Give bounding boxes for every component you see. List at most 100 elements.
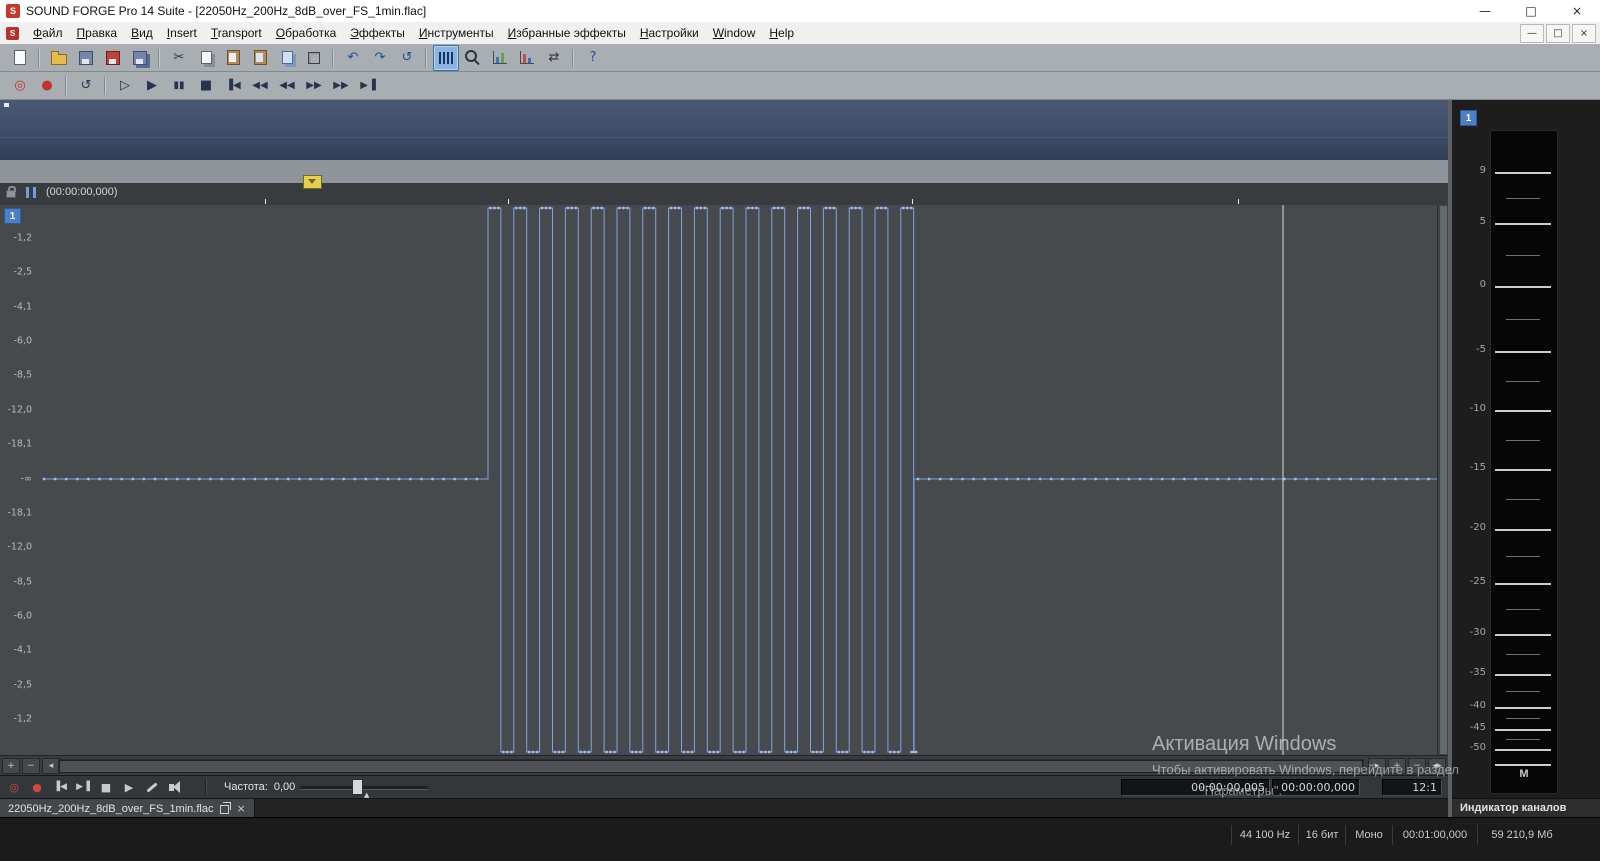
menu-process[interactable]: Обработка [269,22,344,44]
meter-channel-badge: 1 [1460,110,1477,126]
scroll-right-button[interactable]: ▸ [1368,758,1386,774]
document-tab[interactable]: 22050Hz_200Hz_8dB_over_FS_1min.flac × [0,799,255,818]
frequency-slider-track[interactable] [300,786,428,790]
paste-button[interactable] [220,45,246,71]
waveform-area[interactable]: 1 -1,2 -2,5 -4,1 -6,0 -8,5 -12,0 -18,1 -∞ -18,1-… [0,205,1448,755]
menu-window[interactable]: Window [706,22,763,44]
help-button[interactable]: ? [580,45,606,71]
ruler-tick [1238,199,1239,204]
mdi-minimize-button[interactable]: — [1520,24,1544,43]
menu-edit[interactable]: Правка [70,22,125,44]
frequency-slider[interactable]: ▲ [300,776,428,799]
menu-options[interactable]: Настройки [633,22,706,44]
separator [332,48,334,67]
meter-scale-label: -15 [1469,462,1486,473]
minimize-button[interactable]: — [1462,0,1508,22]
stop-button[interactable]: ■ [193,73,219,99]
zoom-out-time-button[interactable]: − [22,758,40,774]
horizontal-scrollbar-thumb[interactable] [59,760,1363,773]
save-button[interactable] [73,45,99,71]
menu-file[interactable]: Файл [26,22,70,44]
new-file-button[interactable] [7,45,33,71]
meter-panel-caption[interactable]: Индикатор каналов [1452,798,1600,817]
menu-help[interactable]: Help [762,22,801,44]
statistics-button[interactable] [487,45,513,71]
dropped-marker-icon[interactable] [303,175,322,189]
vertical-scrollbar-thumb[interactable] [1440,206,1447,754]
mix-button[interactable] [274,45,300,71]
play-button[interactable]: ▶ [119,778,139,796]
meter-tick [1495,469,1551,471]
zoom-in-time-button[interactable]: + [2,758,20,774]
mdi-restore-button[interactable]: □ [1546,24,1570,43]
undo-icon: ↶ [347,50,359,65]
pencil-edit-button[interactable] [142,778,162,796]
open-file-button[interactable] [46,45,72,71]
undo-button[interactable]: ↶ [340,45,366,71]
frequency-slider-handle[interactable] [352,779,363,795]
spectrum-analysis-button[interactable] [514,45,540,71]
pause-button[interactable]: ▮▮ [166,73,192,99]
repeat-button[interactable]: ↺ [394,45,420,71]
cut-button[interactable]: ✂ [166,45,192,71]
record-button[interactable]: ● [27,778,47,796]
go-to-start-icon: ▐◀ [53,781,67,792]
menu-view[interactable]: Вид [124,22,160,44]
overview-bar[interactable] [0,100,1448,161]
meter-channel-label: М [1519,768,1529,780]
loop-playback-button[interactable]: ↺ [73,73,99,99]
horizontal-scrollbar[interactable] [58,759,1364,773]
tab-restore-icon[interactable] [220,801,232,814]
record-sync-button[interactable]: ◎ [4,778,24,796]
spectrum-editing-button[interactable] [433,44,459,71]
zoom-fit-button[interactable]: ◂▸ [1428,758,1446,774]
redo-button[interactable]: ↷ [367,45,393,71]
lock-icon[interactable] [6,186,16,198]
play-all-button[interactable]: ▷ [112,73,138,99]
mdi-close-button[interactable]: × [1572,24,1596,43]
zoom-edit-tool-button[interactable] [460,45,486,71]
zoom-in-button[interactable]: + [1388,758,1406,774]
zoom-out-button[interactable]: − [1408,758,1426,774]
save-all-button[interactable] [127,45,153,71]
close-button[interactable]: × [1554,0,1600,22]
forward-button[interactable]: ▶▶ [301,73,327,99]
go-to-end-button[interactable]: ▶▐ [73,778,93,796]
menu-favorite-effects[interactable]: Избранные эффекты [501,22,633,44]
monitor-button[interactable] [165,778,185,796]
record-button[interactable]: ● [34,73,60,99]
overview-divider [0,137,1448,138]
menu-transport[interactable]: Transport [204,22,269,44]
rewind-button[interactable]: ◀◀ [274,73,300,99]
paste-special-button[interactable] [247,45,273,71]
time-ruler[interactable]: (00:00:00,000) [0,183,1448,206]
go-to-start-button[interactable]: ▐◀ [220,73,246,99]
previous-marker-button[interactable]: ◀◀ [247,73,273,99]
menu-tools[interactable]: Инструменты [412,22,501,44]
record-sync-button[interactable]: ◎ [7,73,33,99]
zoom-edit-tool-icon [465,50,477,62]
meter-scale-label: -40 [1469,700,1486,711]
menu-insert[interactable]: Insert [160,22,204,44]
go-to-start-button[interactable]: ▐◀ [50,778,70,796]
go-to-end-button[interactable]: ▶▐ [355,73,381,99]
waveform-display[interactable] [0,205,1448,755]
meter-tick [1495,674,1551,676]
stop-icon: ■ [199,78,213,93]
meter-tick [1495,529,1551,531]
maximize-button[interactable]: □ [1508,0,1554,22]
tab-close-icon[interactable]: × [236,803,245,814]
vertical-scrollbar[interactable] [1437,205,1448,755]
play-button[interactable]: ▶ [139,73,165,99]
save-as-button[interactable] [100,45,126,71]
stop-button[interactable]: ■ [96,778,116,796]
copy-button[interactable] [193,45,219,71]
batch-converter-button[interactable]: ⇄ [541,45,567,71]
trim-button[interactable] [301,45,327,71]
snap-icon[interactable] [26,187,36,198]
next-marker-button[interactable]: ▶▶ [328,73,354,99]
menu-effects[interactable]: Эффекты [343,22,412,44]
level-meter[interactable]: М [1490,130,1558,794]
marker-strip[interactable] [0,160,1448,184]
transport-toolbar: ◎ ● ↺ ▷ ▶ ▮▮ ■ ▐◀ ◀◀ ◀◀ ▶▶ ▶▶ ▶▐ [0,72,1600,100]
